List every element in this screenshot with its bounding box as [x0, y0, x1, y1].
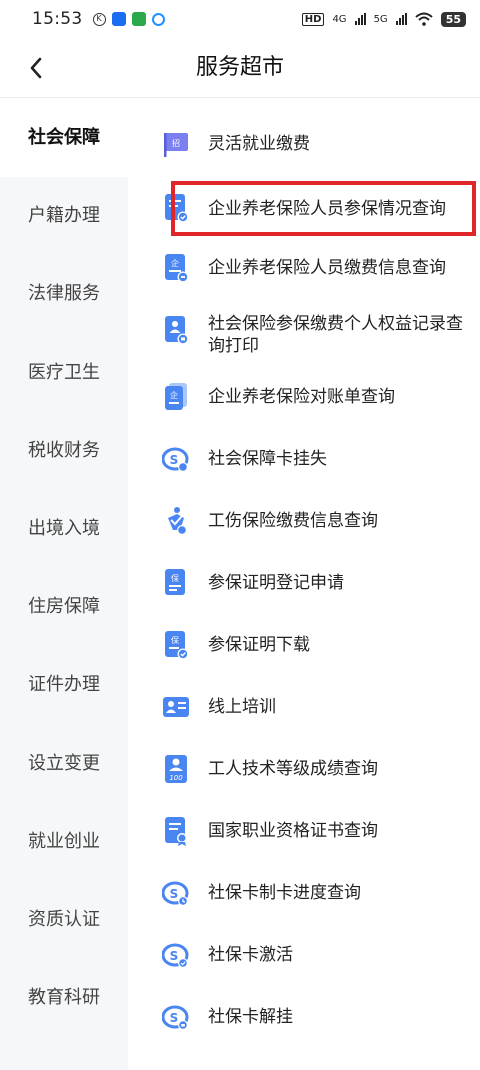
service-item-injury-insurance-query[interactable]: 工伤保险缴费信息查询: [128, 496, 480, 546]
sidebar-item-legal[interactable]: 法律服务: [0, 255, 128, 333]
online-training-icon: [163, 697, 189, 717]
service-item-label: 国家职业资格证书查询: [208, 821, 378, 841]
svg-text:100: 100: [169, 774, 183, 782]
card-progress-icon: S: [162, 881, 189, 906]
sidebar-item-employment[interactable]: 就业创业: [0, 803, 128, 881]
service-item-online-training[interactable]: 线上培训: [128, 682, 480, 732]
svg-text:保: 保: [171, 573, 179, 583]
signal-icon: [354, 13, 366, 25]
service-item-card-progress-query[interactable]: S 社保卡制卡进度查询: [128, 868, 480, 918]
svg-text:招: 招: [172, 138, 180, 148]
service-item-card-unlock[interactable]: S 社保卡解挂: [128, 992, 480, 1042]
svg-text:企: 企: [170, 390, 178, 400]
service-item-label: 工人技术等级成绩查询: [208, 759, 378, 779]
service-item-certificate-application[interactable]: 保 参保证明登记申请: [128, 558, 480, 608]
service-item-label: 参保证明下载: [208, 635, 310, 655]
sidebar-item-immigration[interactable]: 出境入境: [0, 490, 128, 568]
hd-label: HD: [301, 12, 325, 26]
service-item-flexible-employment[interactable]: 招 灵活就业缴费: [128, 119, 480, 169]
service-item-label: 工伤保险缴费信息查询: [208, 511, 378, 531]
service-item-worker-grade-query[interactable]: 100 工人技术等级成绩查询: [128, 744, 480, 794]
worker-grade-icon: 100: [165, 755, 187, 783]
service-item-label: 社会保险参保缴费个人权益记录查询打印: [208, 314, 463, 356]
zhihu-app-icon: [111, 12, 126, 26]
wifi-icon: [415, 12, 433, 26]
notification-k-icon: K: [92, 12, 106, 26]
svg-text:S: S: [170, 1011, 179, 1025]
sidebar-item-tax[interactable]: 税收财务: [0, 412, 128, 490]
signal-icon: [395, 13, 407, 25]
service-item-label: 社保卡制卡进度查询: [208, 883, 361, 903]
flag-icon: 招: [164, 133, 188, 157]
service-item-card-report-loss[interactable]: S 社会保障卡挂失: [128, 434, 480, 484]
person-document-icon: [165, 316, 189, 345]
service-item-certificate-download[interactable]: 保 参保证明下载: [128, 620, 480, 670]
sidebar-item-qualification[interactable]: 资质认证: [0, 881, 128, 959]
sidebar-overflow: [0, 1062, 128, 1070]
status-time: 15:53: [32, 9, 83, 29]
svg-text:S: S: [170, 949, 179, 963]
service-item-card-activate[interactable]: S 社保卡激活: [128, 930, 480, 980]
sidebar-item-household[interactable]: 户籍办理: [0, 177, 128, 255]
service-item-label: 企业养老保险对账单查询: [208, 387, 395, 407]
service-item-label: 线上培训: [208, 697, 276, 717]
service-item-pension-statement[interactable]: 企 企业养老保险对账单查询: [128, 372, 480, 422]
status-bar: 15:53 K HD 4G 5G 55: [0, 0, 480, 38]
svg-text:S: S: [170, 887, 179, 901]
sidebar-item-documents[interactable]: 证件办理: [0, 646, 128, 724]
header: 服务超市: [0, 38, 480, 98]
app-notification-icon: [131, 12, 146, 26]
sidebar-item-registration[interactable]: 设立变更: [0, 725, 128, 803]
highlight-annotation-box: [171, 181, 476, 236]
service-item-pension-payment-query[interactable]: 企 企业养老保险人员缴费信息查询: [128, 243, 480, 293]
service-item-qualification-query[interactable]: 国家职业资格证书查询: [128, 806, 480, 856]
category-sidebar: 社会保障 户籍办理 法律服务 医疗卫生 税收财务 出境入境 住房保障 证件办理 …: [0, 99, 128, 1070]
card-unlock-icon: S: [162, 1005, 189, 1030]
battery-icon: 55: [440, 11, 466, 27]
sidebar-item-housing[interactable]: 住房保障: [0, 568, 128, 646]
sidebar-item-social-security[interactable]: 社会保障: [0, 99, 128, 178]
service-item-label: 社会保障卡挂失: [208, 449, 327, 469]
certificate-download-icon: 保: [165, 631, 189, 660]
service-item-label: 社保卡解挂: [208, 1007, 293, 1027]
svg-text:保: 保: [171, 635, 179, 645]
document-enterprise-icon: 企: [165, 254, 189, 283]
sidebar-item-medical[interactable]: 医疗卫生: [0, 334, 128, 412]
qualification-certificate-icon: [165, 817, 187, 846]
svg-text:S: S: [170, 453, 179, 467]
injury-insurance-icon: [168, 507, 187, 535]
social-security-card-icon: S: [162, 447, 189, 472]
service-item-personal-rights-record[interactable]: 社会保险参保缴费个人权益记录查询打印: [128, 305, 480, 365]
network-5g-label: 5G: [373, 13, 388, 25]
sidebar-item-education[interactable]: 教育科研: [0, 959, 128, 1037]
insurance-certificate-icon: 保: [165, 569, 185, 595]
browser-app-icon: [151, 12, 165, 26]
network-4g-label: 4G: [332, 13, 347, 25]
statement-icon: 企: [165, 383, 187, 410]
service-item-label: 企业养老保险人员缴费信息查询: [208, 258, 446, 278]
service-item-label: 参保证明登记申请: [208, 573, 344, 593]
service-list: 招 灵活就业缴费 企业养老保险人员参保情况查询 企 企业养老保险人员缴费信息查询…: [128, 99, 480, 1070]
service-item-label: 社保卡激活: [208, 945, 293, 965]
svg-text:企: 企: [171, 258, 179, 268]
page-title: 服务超市: [195, 55, 284, 80]
card-activate-icon: S: [162, 943, 189, 968]
service-item-label: 灵活就业缴费: [208, 134, 310, 154]
